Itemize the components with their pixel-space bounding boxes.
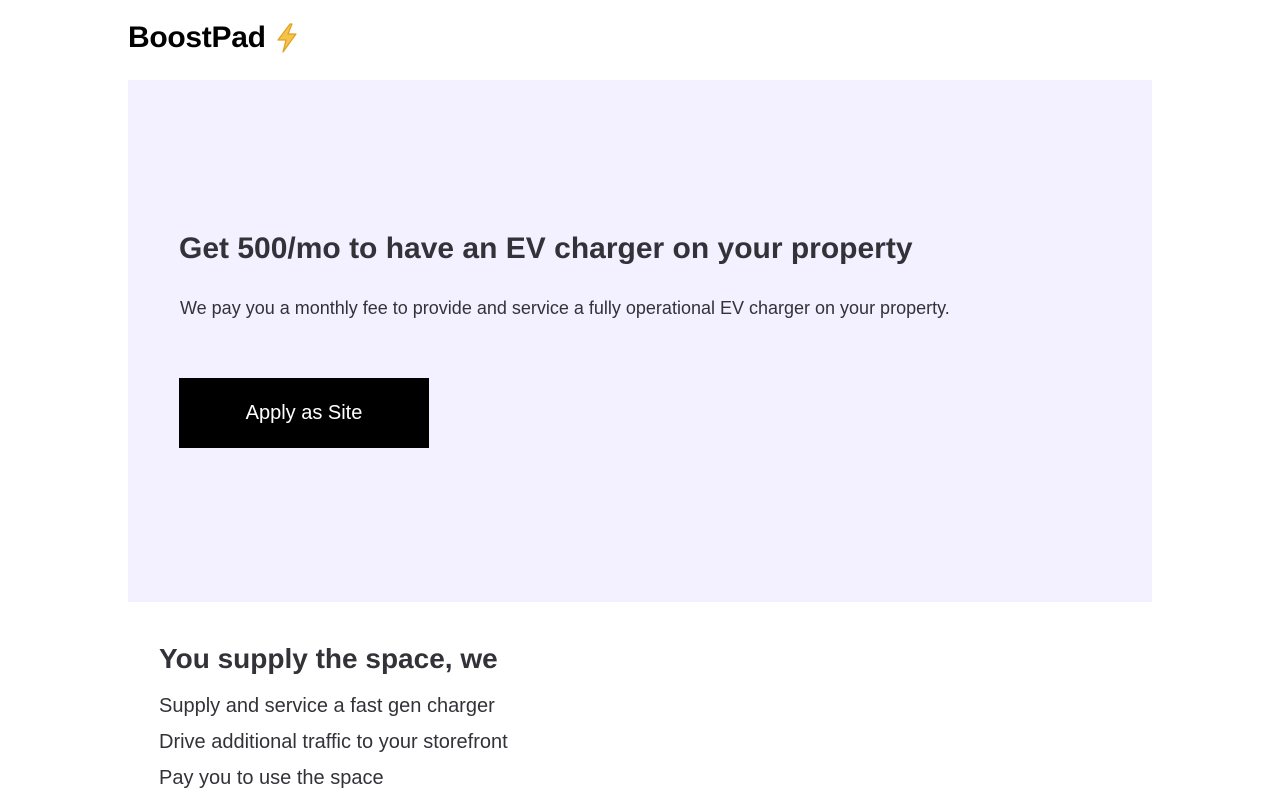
apply-as-site-button[interactable]: Apply as Site — [179, 378, 429, 448]
benefits-section: You supply the space, we Supply and serv… — [159, 640, 508, 796]
hero-subtitle: We pay you a monthly fee to provide and … — [180, 298, 950, 318]
header: BoostPad — [128, 18, 300, 58]
benefits-title: You supply the space, we — [159, 643, 498, 674]
benefit-item: Drive additional traffic to your storefr… — [159, 731, 508, 753]
hero-section: Get 500/mo to have an EV charger on your… — [128, 80, 1152, 602]
benefits-list: Supply and service a fast gen charger Dr… — [159, 688, 508, 796]
hero-title: Get 500/mo to have an EV charger on your… — [179, 232, 913, 265]
lightning-bolt-icon — [274, 23, 300, 53]
benefit-item: Pay you to use the space — [159, 767, 384, 789]
brand-name[interactable]: BoostPad — [128, 21, 266, 55]
page: BoostPad Get 500/mo to have an EV charge… — [0, 0, 1280, 800]
benefit-item: Supply and service a fast gen charger — [159, 695, 495, 717]
